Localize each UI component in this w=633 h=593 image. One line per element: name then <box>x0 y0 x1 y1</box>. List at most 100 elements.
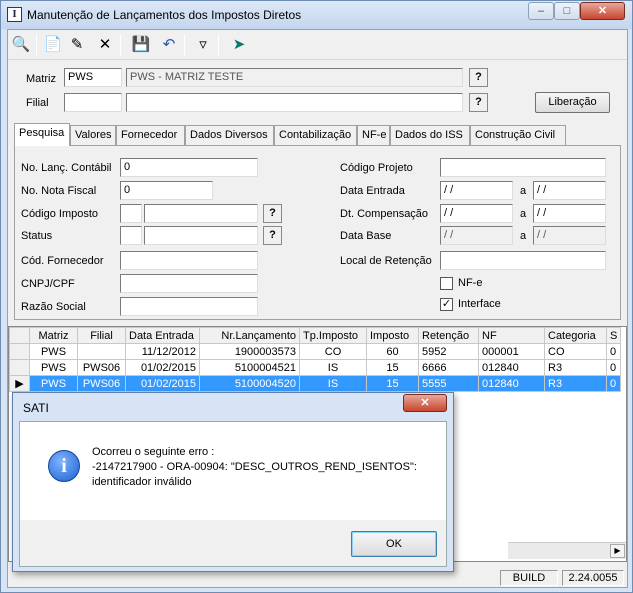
dt-compensacao-from[interactable]: / / <box>440 204 513 223</box>
cell-categoria: CO <box>544 343 607 360</box>
cod-imposto-lookup-button[interactable]: ? <box>263 204 282 223</box>
cod-imposto-input[interactable] <box>120 204 142 223</box>
col-tp-imposto[interactable]: Tp.Imposto <box>299 327 367 344</box>
edit-icon[interactable]: ✎ <box>66 34 88 56</box>
error-line-1: Ocorreu o seguinte erro : <box>92 446 215 458</box>
no-nota-input[interactable]: 0 <box>120 181 213 200</box>
ok-button[interactable]: OK <box>351 531 437 557</box>
local-retencao-input[interactable] <box>440 251 606 270</box>
filter-icon[interactable]: ▿ <box>192 34 214 56</box>
col-nr-lancamento[interactable]: Nr.Lançamento <box>199 327 300 344</box>
cell-categoria: R3 <box>544 359 607 376</box>
data-base-from: / / <box>440 226 513 245</box>
cnpj-input[interactable] <box>120 274 258 293</box>
col-data-entrada[interactable]: Data Entrada <box>125 327 200 344</box>
results-table: Matriz Filial Data Entrada Nr.Lançamento… <box>9 327 622 392</box>
status-label: Status <box>21 230 53 242</box>
liberacao-button[interactable]: Liberação <box>535 92 610 113</box>
status-desc <box>144 226 258 245</box>
tab-valores[interactable]: Valores <box>70 125 116 145</box>
filial-label: Filial <box>26 97 49 109</box>
grid-header-row: Matriz Filial Data Entrada Nr.Lançamento… <box>9 327 622 344</box>
filial-lookup-button[interactable]: ? <box>469 93 488 112</box>
tab-fornecedor[interactable]: Fornecedor <box>116 125 185 145</box>
status-lookup-button[interactable]: ? <box>263 226 282 245</box>
dialog-close-button[interactable]: ✕ <box>403 394 447 412</box>
delete-icon[interactable]: ✕ <box>94 34 116 56</box>
cell-retencao: 6666 <box>418 359 479 376</box>
data-base-a: a <box>520 230 527 242</box>
cell-nf: 000001 <box>478 343 545 360</box>
razao-social-input[interactable] <box>120 297 258 316</box>
binoculars-icon[interactable]: 🔍 <box>10 34 32 56</box>
tab-nfe[interactable]: NF-e <box>357 125 390 145</box>
row-indicator <box>9 359 30 376</box>
col-imposto[interactable]: Imposto <box>366 327 419 344</box>
maximize-button[interactable]: □ <box>554 2 580 20</box>
cell-s: 0 <box>605 359 622 376</box>
tab-dados-iss[interactable]: Dados do ISS <box>390 125 470 145</box>
undo-icon[interactable]: ↶ <box>158 34 180 56</box>
data-entrada-to[interactable]: / / <box>533 181 606 200</box>
version-label: 2.24.0055 <box>562 570 624 586</box>
interface-label: Interface <box>458 298 501 310</box>
col-categoria[interactable]: Categoria <box>544 327 607 344</box>
dt-compensacao-to[interactable]: / / <box>533 204 606 223</box>
cell-tp-imposto: IS <box>299 359 367 376</box>
cell-tp-imposto: CO <box>299 343 367 360</box>
close-button[interactable]: ✕ <box>580 2 625 20</box>
filial-name-field <box>126 93 463 112</box>
data-entrada-label: Data Entrada <box>340 185 405 197</box>
filial-code-input[interactable] <box>64 93 122 112</box>
cell-imposto: 60 <box>366 343 419 360</box>
cell-filial: PWS06 <box>77 359 126 376</box>
cell-categoria: R3 <box>544 375 607 392</box>
no-lanc-label: No. Lanç. Contábil <box>21 162 112 174</box>
error-line-3: identificador inválido <box>92 476 192 488</box>
col-filial[interactable]: Filial <box>77 327 126 344</box>
cell-nr-lancamento: 5100004520 <box>199 375 300 392</box>
col-matriz[interactable]: Matriz <box>29 327 78 344</box>
title-bar: I Manutenção de Lançamentos dos Impostos… <box>1 1 632 29</box>
matriz-code-input[interactable]: PWS <box>64 68 122 87</box>
scroll-right-icon[interactable]: ▶ <box>610 544 625 558</box>
minimize-button[interactable]: – <box>528 2 554 20</box>
tab-pesquisa[interactable]: Pesquisa <box>14 123 70 146</box>
status-input[interactable] <box>120 226 142 245</box>
exit-icon[interactable]: ➤ <box>228 34 250 56</box>
info-icon: i <box>48 450 80 482</box>
table-row-selected[interactable]: ▶ PWS PWS06 01/02/2015 5100004520 IS 15 … <box>9 375 622 392</box>
nfe-checkbox[interactable] <box>440 277 453 290</box>
col-s[interactable]: S <box>605 327 622 344</box>
cod-fornecedor-input[interactable] <box>120 251 258 270</box>
cell-nr-lancamento: 1900003573 <box>199 343 300 360</box>
cell-tp-imposto: IS <box>299 375 367 392</box>
col-nf[interactable]: NF <box>478 327 545 344</box>
data-entrada-from[interactable]: / / <box>440 181 513 200</box>
tab-construcao-civil[interactable]: Construção Civil <box>470 125 566 145</box>
cell-filial: PWS06 <box>77 375 126 392</box>
matriz-name-field: PWS - MATRIZ TESTE <box>126 68 463 87</box>
no-lanc-input[interactable]: 0 <box>120 158 258 177</box>
toolbar: 🔍 📄 ✎ ✕ 💾 ↶ ▿ ➤ <box>8 30 627 60</box>
error-dialog: SATI ✕ i Ocorreu o seguinte erro : -2147… <box>12 392 454 572</box>
cell-s: 0 <box>605 343 622 360</box>
row-indicator-header <box>9 327 30 344</box>
matriz-lookup-button[interactable]: ? <box>469 68 488 87</box>
col-retencao[interactable]: Retenção <box>418 327 479 344</box>
horizontal-scrollbar[interactable]: ▶ <box>508 542 626 559</box>
tab-dados-diversos[interactable]: Dados Diversos <box>185 125 274 145</box>
cod-projeto-input[interactable] <box>440 158 606 177</box>
cod-fornecedor-label: Cód. Fornecedor <box>21 255 104 267</box>
interface-checkbox[interactable]: ✓ <box>440 298 453 311</box>
table-row[interactable]: PWS 11/12/2012 1900003573 CO 60 5952 000… <box>9 343 622 360</box>
new-doc-icon[interactable]: 📄 <box>42 34 64 56</box>
app-icon: I <box>7 7 22 22</box>
tab-contabilizacao[interactable]: Contabilização <box>274 125 357 145</box>
save-icon[interactable]: 💾 <box>130 34 152 56</box>
cell-matriz: PWS <box>29 343 78 360</box>
cell-imposto: 15 <box>366 359 419 376</box>
razao-social-label: Razão Social <box>21 301 86 313</box>
cod-imposto-desc <box>144 204 258 223</box>
table-row[interactable]: PWS PWS06 01/02/2015 5100004521 IS 15 66… <box>9 359 622 376</box>
